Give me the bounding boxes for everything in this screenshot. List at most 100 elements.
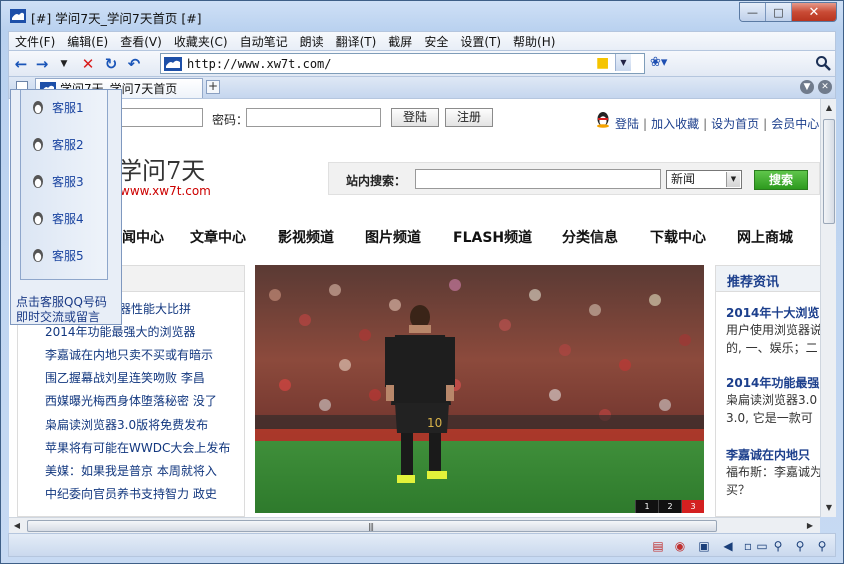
top-link-member-center[interactable]: 会员中心 [771, 117, 819, 131]
nav-articles[interactable]: 文章中心 [190, 227, 246, 247]
favorite-star-icon[interactable]: ■ [596, 56, 610, 70]
featured-photo[interactable]: 10 1 2 3 [255, 265, 704, 513]
nav-flash[interactable]: FLASH频道 [453, 227, 532, 247]
maximize-button[interactable]: □ [766, 3, 792, 21]
browser-window: [#] 学问7天_学问7天首页 [#] — □ ✕ 文件(F) 编辑(E) 查看… [0, 0, 844, 564]
menu-help[interactable]: 帮助(H) [513, 33, 555, 50]
menu-settings[interactable]: 设置(T) [460, 33, 501, 50]
slide-1-button[interactable]: 1 [635, 500, 658, 513]
news-item[interactable]: 2014年功能最强大的浏览器 [45, 323, 196, 340]
recommend-item-title[interactable]: 2014年功能最强 [726, 374, 819, 391]
nav-shop[interactable]: 网上商城 [737, 227, 793, 247]
undo-icon[interactable]: ↶ [125, 55, 143, 73]
scroll-right-icon[interactable]: ▶ [804, 519, 816, 533]
username-input[interactable] [119, 108, 203, 127]
recommend-title: 推荐资讯 [727, 275, 780, 290]
menu-screenshot[interactable]: 截屏 [388, 33, 412, 50]
window-icon[interactable]: ▫ [741, 539, 755, 553]
scroll-left-icon[interactable]: ◀ [11, 519, 23, 533]
horizontal-scrollbar[interactable]: ◀ ||| ▶ [9, 517, 820, 533]
soccer-player-photo: 10 [255, 265, 704, 513]
main-nav: 闻中心 文章中心 影视频道 图片频道 FLASH频道 分类信息 下载中心 网上商… [9, 225, 820, 249]
monitor-icon[interactable]: ▣ [697, 539, 711, 553]
search-input[interactable] [415, 169, 661, 189]
news-item[interactable]: 围乙握幕战刘星连笑吻败 李昌 [45, 369, 205, 386]
nav-video[interactable]: 影视频道 [278, 227, 334, 247]
horizontal-scroll-thumb[interactable]: ||| [27, 520, 717, 532]
nav-news-center[interactable]: 闻中心 [122, 227, 164, 247]
menu-view[interactable]: 查看(V) [120, 33, 162, 50]
search-category-select[interactable]: 新闻 ▼ [666, 170, 742, 189]
grip-icon: ||| [368, 522, 374, 531]
menu-edit[interactable]: 编辑(E) [67, 33, 108, 50]
news-item[interactable]: 苹果将有可能在WWDC大会上发布 [45, 439, 230, 456]
customer-service-list: 客服1 客服2 客服3 客服4 客服5 [20, 90, 108, 280]
notes-icon[interactable]: ▤ [651, 539, 665, 553]
nav-downloads[interactable]: 下载中心 [650, 227, 706, 247]
close-button[interactable]: ✕ [792, 3, 836, 21]
cs-item-3[interactable]: 客服3 [31, 173, 84, 190]
zoom-out-icon[interactable]: ⚲ [815, 539, 829, 553]
menu-read-aloud[interactable]: 朗读 [300, 33, 324, 50]
address-dropdown-icon[interactable]: ▼ [615, 54, 631, 71]
vertical-scroll-thumb[interactable] [823, 119, 835, 224]
news-item[interactable]: 美媒：如果我是普京 本周就将入 [45, 462, 217, 479]
recommend-item-title[interactable]: 2014年十大浏览 [726, 304, 819, 321]
top-link-login[interactable]: 登陆 [615, 117, 639, 131]
refresh-icon[interactable]: ↻ [102, 55, 120, 73]
tab-list-icon[interactable]: ▼ [800, 80, 814, 94]
dropdown-icon[interactable]: ▼ [55, 55, 73, 73]
speaker-icon[interactable]: ◀ [721, 539, 735, 553]
news-item[interactable]: 中纪委向官员养书支持智力 政史 [45, 485, 217, 502]
address-bar[interactable]: http://www.xw7t.com/ [160, 53, 645, 74]
menu-translate[interactable]: 翻译(T) [336, 33, 377, 50]
search-button[interactable]: 搜索 [754, 170, 808, 190]
slide-3-button[interactable]: 3 [681, 500, 704, 513]
back-arrow-icon[interactable]: ← [12, 55, 30, 73]
close-tab-icon[interactable]: ✕ [818, 80, 832, 94]
nav-classifieds[interactable]: 分类信息 [562, 227, 618, 247]
slide-2-button[interactable]: 2 [658, 500, 681, 513]
cs-item-4[interactable]: 客服4 [31, 210, 84, 227]
window-alt-icon[interactable]: ▭ [755, 539, 769, 553]
minimize-button[interactable]: — [740, 3, 766, 21]
login-button[interactable]: 登陆 [391, 108, 439, 127]
recommend-item-desc: 用户使用浏览器说 [726, 323, 820, 337]
new-tab-button[interactable]: + [206, 80, 220, 94]
forward-arrow-icon[interactable]: → [33, 55, 51, 73]
zoom-icon[interactable]: ⚲ [771, 539, 785, 553]
news-item[interactable]: 枭扁读浏览器3.0版将免费发布 [45, 416, 208, 433]
vertical-scrollbar[interactable]: ▲ ▼ [820, 99, 836, 517]
status-bar: ▤ ◉ ▣ ◀ ▫ ▭ ⚲ ⚲ ⚲ [8, 533, 836, 557]
top-link-add-favorite[interactable]: 加入收藏 [651, 117, 699, 131]
cs-item-1[interactable]: 客服1 [31, 99, 84, 116]
cs-label: 客服1 [52, 101, 84, 115]
menu-file[interactable]: 文件(F) [15, 33, 55, 50]
news-item[interactable]: 李嘉诚在内地只卖不买或有暗示 [45, 346, 213, 363]
recommend-header: 推荐资讯 [716, 266, 820, 292]
menu-favorites[interactable]: 收藏夹(C) [174, 33, 228, 50]
customer-service-note[interactable]: 点击客服QQ号码 即时交流或留言 [16, 295, 107, 325]
menu-auto-notes[interactable]: 自动笔记 [240, 33, 288, 50]
scroll-up-icon[interactable]: ▲ [823, 101, 835, 115]
tab-bar: 学问7天_学问7天首页 + ▼ ✕ [8, 77, 836, 99]
lips-icon[interactable]: ◉ [673, 539, 687, 553]
address-text[interactable]: http://www.xw7t.com/ [187, 57, 332, 71]
cs-item-2[interactable]: 客服2 [31, 136, 84, 153]
top-link-set-homepage[interactable]: 设为首页 [711, 117, 759, 131]
news-item[interactable]: 西媒曝光梅西身体堕落秘密 没了 [45, 392, 217, 409]
menu-security[interactable]: 安全 [424, 33, 448, 50]
recommend-item-title[interactable]: 李嘉诚在内地只 [726, 446, 810, 463]
password-input[interactable] [246, 108, 381, 127]
window-controls: — □ ✕ [739, 2, 837, 22]
stop-icon[interactable]: ✕ [79, 55, 97, 73]
search-icon[interactable] [815, 55, 831, 71]
nav-pictures[interactable]: 图片频道 [365, 227, 421, 247]
zoom-in-icon[interactable]: ⚲ [793, 539, 807, 553]
register-button[interactable]: 注册 [445, 108, 493, 127]
cs-item-5[interactable]: 客服5 [31, 247, 84, 264]
scroll-down-icon[interactable]: ▼ [823, 501, 835, 515]
recommend-item-desc: 福布斯：李嘉诚为 [726, 465, 820, 479]
search-engine-icon[interactable]: ❀▾ [650, 55, 670, 71]
qq-penguin-icon [33, 175, 43, 188]
